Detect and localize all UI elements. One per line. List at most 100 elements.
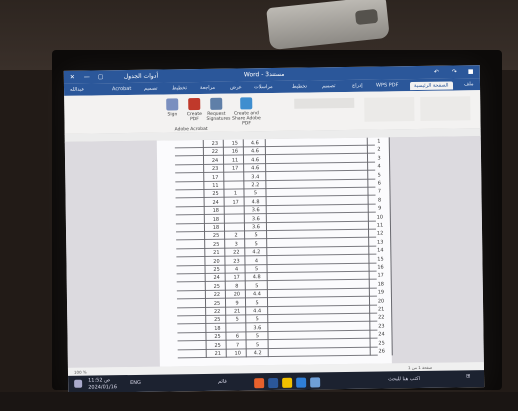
tab-insert[interactable]: إدراج: [352, 83, 363, 89]
table-cell-idx[interactable]: 26: [374, 348, 390, 354]
table-cell-idx[interactable]: 5: [371, 172, 387, 178]
tab-review[interactable]: مراجعة: [200, 85, 215, 91]
table-cell-b[interactable]: 15: [227, 140, 243, 146]
table-cell-b[interactable]: 16: [227, 149, 243, 155]
table-cell-b[interactable]: 22: [228, 250, 244, 256]
table-cell-b[interactable]: 17: [229, 275, 245, 281]
table-cell-a[interactable]: 25: [208, 241, 224, 248]
table-cell-a[interactable]: 18: [208, 208, 224, 214]
table-cell-c[interactable]: 4.6: [247, 149, 263, 155]
tab-mailings[interactable]: مراسلات: [254, 84, 273, 90]
table-cell-c[interactable]: 3.6: [248, 216, 264, 222]
table-cell-b[interactable]: 6: [229, 334, 245, 340]
table-cell-b[interactable]: 10: [230, 350, 246, 356]
table-cell-idx[interactable]: 15: [372, 256, 388, 262]
table-cell-idx[interactable]: 19: [373, 290, 389, 296]
table-cell-c[interactable]: 4.6: [247, 165, 263, 171]
table-cell-b[interactable]: 1: [227, 191, 243, 197]
language-indicator[interactable]: ENG: [130, 380, 141, 386]
table-cell-a[interactable]: 22: [209, 292, 225, 298]
table-cell-c[interactable]: 5: [248, 241, 264, 247]
table-cell-c[interactable]: 3.6: [248, 224, 264, 230]
table-cell-a[interactable]: 23: [207, 166, 223, 172]
table-cell-c[interactable]: 4.8: [249, 275, 265, 281]
table-cell-idx[interactable]: 7: [371, 189, 387, 195]
table-cell-a[interactable]: 25: [208, 233, 224, 239]
table-cell-c[interactable]: 5: [248, 233, 264, 239]
tab-home[interactable]: الصفحة الرئيسية: [409, 81, 453, 91]
table-cell-a[interactable]: 18: [209, 325, 225, 332]
table-cell-idx[interactable]: 11: [372, 222, 388, 228]
table-cell-b[interactable]: 5: [229, 317, 245, 323]
tab-layout-2[interactable]: تخطيط: [292, 84, 307, 90]
tab-design[interactable]: تصميم: [144, 86, 158, 92]
table-cell-idx[interactable]: 9: [372, 206, 388, 212]
table-cell-a[interactable]: 20: [208, 258, 224, 264]
table-cell-c[interactable]: 4.4: [249, 308, 265, 314]
tab-view[interactable]: عرض: [230, 84, 242, 90]
table-cell-b[interactable]: 17: [227, 166, 243, 172]
table-cell-c[interactable]: 4.4: [249, 291, 265, 297]
table-cell-a[interactable]: 24: [207, 158, 223, 164]
table-cell-c[interactable]: 5: [249, 333, 265, 339]
table-cell-c[interactable]: 3.4: [247, 174, 263, 180]
font-group[interactable]: [420, 96, 471, 121]
table-cell-a[interactable]: 25: [209, 334, 225, 340]
tab-design-2[interactable]: تصميم: [322, 83, 336, 89]
table-cell-a[interactable]: 25: [209, 283, 225, 290]
account-name[interactable]: عبدالله: [70, 87, 84, 93]
table-cell-a[interactable]: 21: [210, 351, 226, 357]
word-icon[interactable]: [268, 377, 279, 389]
table-cell-c[interactable]: 2.2: [247, 182, 263, 188]
table-cell-a[interactable]: 22: [207, 149, 223, 155]
table-cell-c[interactable]: 5: [250, 342, 266, 348]
table-cell-b[interactable]: 21: [229, 308, 245, 314]
table-cell-idx[interactable]: 16: [373, 264, 389, 270]
table-cell-b[interactable]: 11: [227, 157, 243, 163]
request-signatures-button[interactable]: Request Signatures: [206, 97, 231, 128]
table-cell-b[interactable]: 9: [229, 300, 245, 306]
table-cell-a[interactable]: 25: [209, 317, 225, 323]
table-cell-idx[interactable]: 3: [371, 155, 387, 161]
close-icon[interactable]: ✕: [70, 74, 75, 81]
table-cell-idx[interactable]: 22: [373, 315, 389, 321]
table-cell-b[interactable]: 17: [228, 199, 244, 205]
table-cell-c[interactable]: 5: [247, 191, 263, 197]
edge-icon[interactable]: [296, 377, 307, 388]
table-cell-a[interactable]: 17: [207, 174, 223, 180]
table-cell-b[interactable]: 8: [229, 283, 245, 289]
table-cell-c[interactable]: 4: [248, 258, 264, 264]
table-cell-b[interactable]: 3: [228, 241, 244, 247]
table-cell-a[interactable]: 18: [208, 225, 224, 231]
table-cell-c[interactable]: 3.6: [249, 325, 265, 331]
table-cell-idx[interactable]: 12: [372, 231, 388, 237]
tab-file[interactable]: ملف: [464, 81, 474, 87]
styles-gallery[interactable]: [294, 97, 355, 109]
table-cell-c[interactable]: 3.6: [248, 207, 264, 213]
tab-layout[interactable]: تخطيط: [172, 85, 187, 91]
table-cell-idx[interactable]: 6: [371, 180, 387, 187]
create-pdf-button[interactable]: Create PDF: [184, 98, 204, 128]
table-cell-b[interactable]: 2: [228, 233, 244, 239]
powerpoint-icon[interactable]: [254, 378, 265, 389]
table-cell-c[interactable]: 4.6: [247, 140, 263, 146]
table-cell-b[interactable]: 4: [229, 266, 245, 273]
table-cell-c[interactable]: 5: [249, 283, 265, 289]
table-cell-c[interactable]: 4.2: [250, 350, 266, 356]
table-cell-idx[interactable]: 25: [374, 340, 390, 346]
sign-button[interactable]: Sign: [162, 98, 182, 128]
windows-start-icon[interactable]: ⊞: [466, 373, 470, 379]
redo-icon[interactable]: ↷: [452, 68, 457, 75]
table-cell-b[interactable]: 23: [228, 258, 244, 264]
table-cell-a[interactable]: 24: [208, 199, 224, 206]
table-cell-idx[interactable]: 14: [372, 248, 388, 254]
save-icon[interactable]: ■: [468, 68, 474, 75]
table-cell-idx[interactable]: 17: [373, 273, 389, 279]
table-cell-idx[interactable]: 24: [373, 332, 389, 338]
wps-pdf-tab[interactable]: WPS PDF: [376, 82, 399, 88]
store-icon[interactable]: [310, 377, 321, 388]
zoom-level[interactable]: 100 %: [74, 370, 87, 375]
table-cell-a[interactable]: 25: [209, 300, 225, 306]
table-cell-b[interactable]: 20: [229, 292, 245, 298]
table-cell-idx[interactable]: 1: [371, 138, 387, 145]
